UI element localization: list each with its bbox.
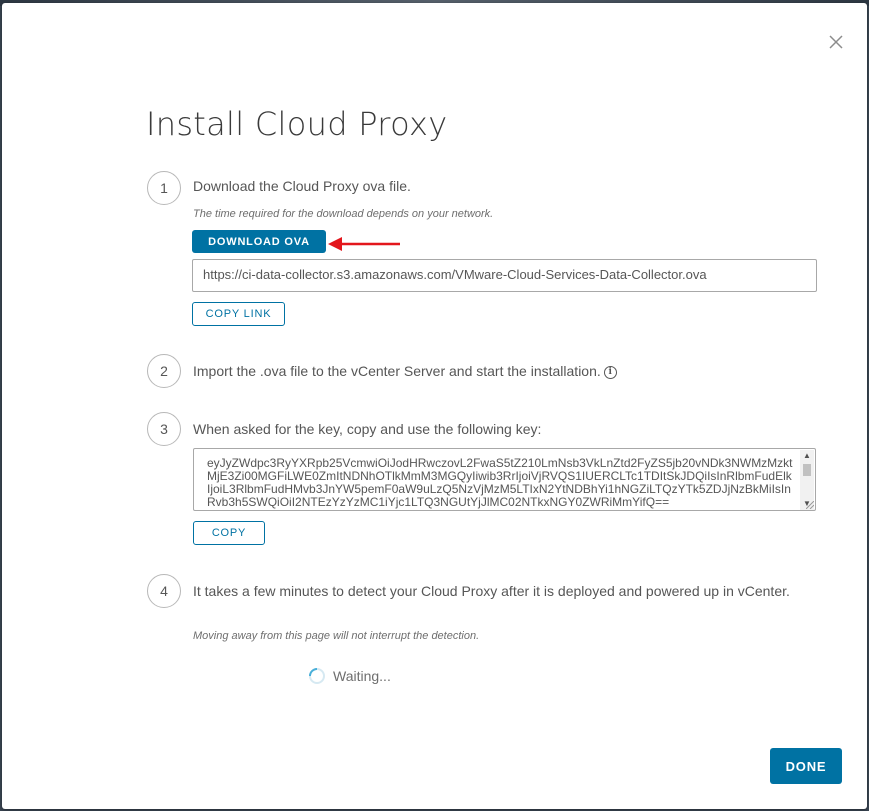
waiting-status: Waiting... xyxy=(333,668,391,684)
step-4-hint: Moving away from this page will not inte… xyxy=(193,630,480,642)
step-1-hint: The time required for the download depen… xyxy=(193,208,494,220)
spinner-icon xyxy=(309,668,325,684)
step-2-text-row: Import the .ova file to the vCenter Serv… xyxy=(193,363,617,379)
download-ova-button[interactable]: DOWNLOAD OVA xyxy=(192,230,326,253)
step-4-number: 4 xyxy=(147,574,181,608)
done-button[interactable]: DONE xyxy=(770,748,842,784)
step-2-text: Import the .ova file to the vCenter Serv… xyxy=(193,363,601,379)
copy-key-button[interactable]: COPY xyxy=(193,521,265,545)
step-4-text: It takes a few minutes to detect your Cl… xyxy=(193,583,790,599)
step-1-text: Download the Cloud Proxy ova file. xyxy=(193,178,411,194)
registration-key-textarea[interactable]: eyJyZWdpc3RyYXRpb25VcmwiOiJodHRwczovL2Fw… xyxy=(193,448,816,511)
info-icon[interactable]: i xyxy=(603,365,617,379)
scroll-thumb[interactable] xyxy=(803,464,811,476)
step-3-number: 3 xyxy=(147,412,181,446)
step-2-number: 2 xyxy=(147,354,181,388)
dialog-title: Install Cloud Proxy xyxy=(146,105,448,143)
install-cloud-proxy-dialog: Install Cloud Proxy 1 Download the Cloud… xyxy=(2,3,867,809)
ova-url-field[interactable]: https://ci-data-collector.s3.amazonaws.c… xyxy=(192,259,817,292)
copy-link-button[interactable]: COPY LINK xyxy=(192,302,285,326)
close-icon[interactable] xyxy=(827,33,845,51)
step-1-number: 1 xyxy=(147,171,181,205)
step-3-text: When asked for the key, copy and use the… xyxy=(193,421,542,437)
registration-key-value: eyJyZWdpc3RyYXRpb25VcmwiOiJodHRwczovL2Fw… xyxy=(207,456,793,509)
annotation-arrow-icon xyxy=(328,237,400,251)
scroll-up-icon[interactable]: ▲ xyxy=(800,450,814,462)
resize-grip-icon[interactable] xyxy=(806,501,814,509)
